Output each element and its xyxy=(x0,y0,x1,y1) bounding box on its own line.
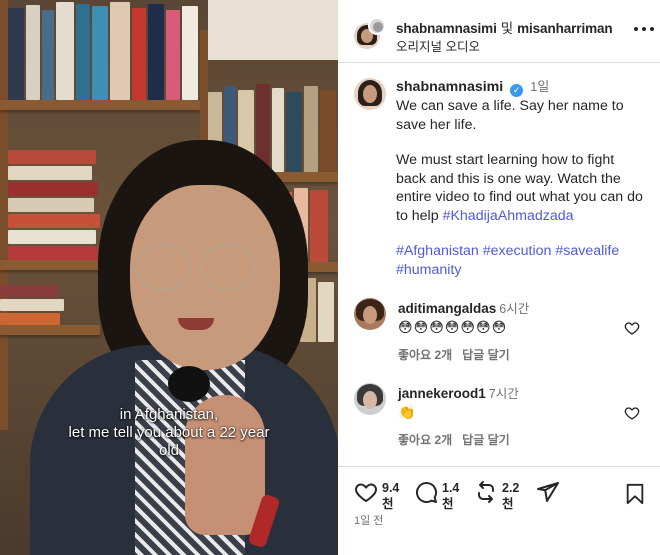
comment-likes-count[interactable]: 좋아요 2개 xyxy=(398,433,452,447)
hashtag-link[interactable]: #execution xyxy=(483,243,552,259)
video-player[interactable]: in Afghanistan, let me tell you about a … xyxy=(0,0,338,555)
bookshelf xyxy=(0,325,100,335)
like-action[interactable]: 9.4 천 xyxy=(354,480,402,512)
caption-username[interactable]: shabnamnasimi xyxy=(396,79,503,95)
comment-item: jannekerood1 7시간 👏 좋아요 2개 답글 달기 xyxy=(354,383,654,448)
repost-action[interactable]: 2.2 천 xyxy=(474,480,522,512)
bookshelf xyxy=(0,100,200,110)
hashtag-link[interactable]: #savealife xyxy=(555,243,619,259)
subtitle-line: let me tell you about a 22 year xyxy=(68,424,270,441)
author-username[interactable]: shabnamnasimi xyxy=(396,21,497,36)
commenter-username[interactable]: jannekerood1 xyxy=(398,386,486,401)
book-row xyxy=(8,130,108,260)
like-count-unit: 천 xyxy=(382,497,394,511)
background-wall xyxy=(208,0,338,60)
bookcase-side xyxy=(0,0,8,430)
hashtag-link[interactable]: #humanity xyxy=(396,262,461,278)
post-actions-bar: 9.4 천 1.4 천 2.2 천 xyxy=(338,470,660,530)
comment-body: jannekerood1 7시간 👏 좋아요 2개 답글 달기 xyxy=(398,383,618,448)
caption-text: shabnamnasimi ✓ 1일 We can save a life. S… xyxy=(396,78,648,279)
collaborator-avatar[interactable] xyxy=(368,17,386,35)
original-audio-link[interactable]: 오리지널 오디오 xyxy=(396,36,480,55)
reply-button[interactable]: 답글 달기 xyxy=(462,433,510,447)
comment-like-heart-icon[interactable] xyxy=(624,320,640,336)
comment-like-heart-icon[interactable] xyxy=(624,405,640,421)
like-count-value: 9.4 xyxy=(382,481,400,495)
glasses-left-lens xyxy=(135,243,191,291)
comment-count-unit: 천 xyxy=(442,497,454,511)
comment-text: 👏 xyxy=(398,404,417,420)
repost-count-unit: 천 xyxy=(502,497,514,511)
hashtag-link[interactable]: #Afghanistan xyxy=(396,243,479,259)
commenter-avatar[interactable] xyxy=(354,298,386,330)
like-count: 9.4 천 xyxy=(382,480,402,512)
post-date: 1일 전 xyxy=(354,515,384,527)
commenter-avatar[interactable] xyxy=(354,383,386,415)
comment-action[interactable]: 1.4 천 xyxy=(414,480,462,512)
caption-author-avatar[interactable] xyxy=(354,78,386,110)
comment-count: 1.4 천 xyxy=(442,480,462,512)
video-subtitle: in Afghanistan, let me tell you about a … xyxy=(0,406,338,460)
comment-time: 6시간 xyxy=(499,302,530,316)
repost-icon[interactable] xyxy=(474,480,498,504)
hashtag-link[interactable]: #KhadijaAhmadzada xyxy=(443,208,574,224)
comment-time: 7시간 xyxy=(488,387,519,401)
caption-paragraph-2: We must start learning how to fight back… xyxy=(396,151,648,225)
comment-count-value: 1.4 xyxy=(442,481,460,495)
post-details-panel: shabnamnasimi 및 misanharriman 오리지널 오디오 sha… xyxy=(338,0,660,555)
reply-button[interactable]: 답글 달기 xyxy=(462,348,510,362)
authors-connector: 및 xyxy=(500,21,514,36)
collaborator-username[interactable]: misanharriman xyxy=(517,21,613,36)
actions-divider xyxy=(338,466,660,467)
repost-count-value: 2.2 xyxy=(502,481,520,495)
caption-hashtags: #Afghanistan #execution #savealife #huma… xyxy=(396,242,648,279)
book-row xyxy=(0,270,100,325)
repost-count: 2.2 천 xyxy=(502,480,522,512)
bookshelf xyxy=(0,260,110,270)
post-header: shabnamnasimi 및 misanharriman 오리지널 오디오 xyxy=(338,0,660,60)
book-row xyxy=(8,0,198,100)
share-action[interactable] xyxy=(536,480,560,504)
subtitle-line: in Afghanistan, xyxy=(119,406,219,423)
glasses-right-lens xyxy=(200,243,256,291)
comment-icon[interactable] xyxy=(414,480,438,504)
comment-text: 😳😳😳😳😳😳😳 xyxy=(398,319,508,335)
post-authors: shabnamnasimi 및 misanharriman xyxy=(396,17,613,37)
microphone xyxy=(168,366,210,402)
caption-paragraph-1: We can save a life. Say her name to save… xyxy=(396,98,624,133)
bookmark-icon[interactable] xyxy=(624,482,646,506)
comment-body: aditimangaldas 6시간 😳😳😳😳😳😳😳 좋아요 2개 답글 달기 xyxy=(398,298,618,363)
caption-age: 1일 xyxy=(530,79,550,94)
commenter-username[interactable]: aditimangaldas xyxy=(398,301,496,316)
more-options-icon[interactable] xyxy=(634,25,654,33)
heart-icon[interactable] xyxy=(354,480,378,504)
share-icon[interactable] xyxy=(536,480,560,504)
comment-item: aditimangaldas 6시간 😳😳😳😳😳😳😳 좋아요 2개 답글 달기 xyxy=(354,298,654,363)
subtitle-line: old xyxy=(158,442,180,459)
verified-badge-icon: ✓ xyxy=(510,84,524,97)
header-divider xyxy=(338,62,660,63)
comment-likes-count[interactable]: 좋아요 2개 xyxy=(398,348,452,362)
